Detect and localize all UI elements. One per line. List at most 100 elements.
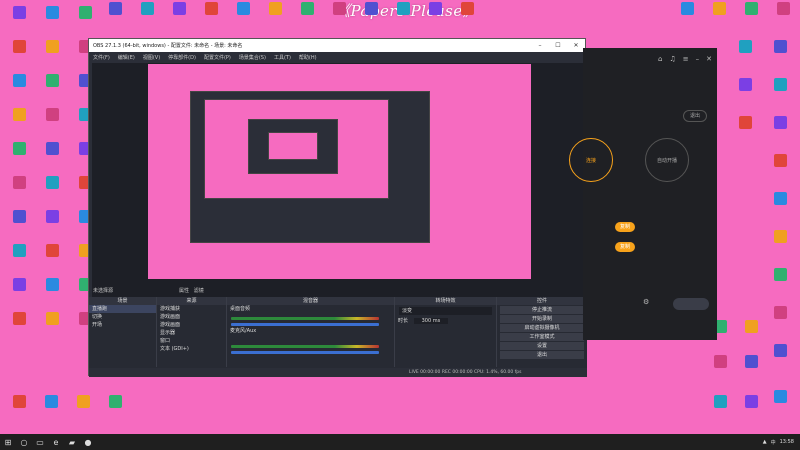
filters-button[interactable]: 滤镜 bbox=[194, 288, 204, 294]
desktop-icon[interactable] bbox=[765, 116, 795, 140]
edge-icon[interactable]: e bbox=[48, 434, 64, 450]
desktop-icon[interactable] bbox=[4, 108, 34, 132]
obs-preview[interactable] bbox=[92, 63, 584, 321]
close-icon[interactable]: ✕ bbox=[706, 55, 712, 63]
virtual-camera-button[interactable]: 启动虚拟摄像机 bbox=[500, 324, 584, 332]
desktop-icon[interactable] bbox=[672, 2, 702, 26]
task-view-icon[interactable]: ▭ bbox=[32, 434, 48, 450]
desktop-icon[interactable] bbox=[68, 395, 98, 419]
menu-item[interactable]: 文件(F) bbox=[93, 54, 110, 61]
copy-button[interactable]: 复制 bbox=[615, 242, 635, 252]
scene-item[interactable]: 开场 bbox=[89, 321, 156, 329]
start-icon[interactable]: ⊞ bbox=[0, 434, 16, 450]
desktop-icon[interactable] bbox=[765, 306, 795, 330]
auto-live-circle-button[interactable]: 自动开播 bbox=[645, 138, 689, 182]
source-item[interactable]: 窗口 bbox=[157, 337, 226, 345]
desktop-icon[interactable] bbox=[765, 230, 795, 254]
folder-icon[interactable]: ▰ bbox=[64, 434, 80, 450]
desktop-icon[interactable] bbox=[705, 355, 735, 379]
desktop-icon[interactable] bbox=[4, 40, 34, 64]
input-language[interactable]: 中 bbox=[771, 439, 776, 446]
network-icon[interactable]: ▲ bbox=[763, 439, 767, 445]
desktop-icon[interactable] bbox=[37, 278, 67, 302]
streaming-assistant-window[interactable]: ⌂ ♫ ≡ – ✕ 退出 连接 自动开播 复制 复制 ⚙ bbox=[569, 48, 717, 340]
desktop-icon[interactable] bbox=[452, 2, 482, 26]
desktop-icon[interactable] bbox=[37, 74, 67, 98]
desktop-icon[interactable] bbox=[4, 74, 34, 98]
desktop-icon[interactable] bbox=[4, 6, 34, 30]
properties-button[interactable]: 属性 bbox=[179, 288, 189, 294]
desktop-icon[interactable] bbox=[765, 390, 795, 414]
menu-icon[interactable]: ≡ bbox=[683, 55, 689, 63]
source-item[interactable]: 显示器 bbox=[157, 329, 226, 337]
search-icon[interactable]: ○ bbox=[16, 434, 32, 450]
desktop-icon[interactable] bbox=[4, 312, 34, 336]
menu-item[interactable]: 配置文件(P) bbox=[204, 54, 231, 61]
clock[interactable]: 13:58 bbox=[780, 439, 794, 445]
desktop-icon[interactable] bbox=[730, 116, 760, 140]
menu-item[interactable]: 视图(V) bbox=[143, 54, 160, 61]
menu-item[interactable]: 编辑(E) bbox=[118, 54, 135, 61]
obs-taskbar-icon[interactable]: ● bbox=[80, 434, 96, 450]
minimize-icon[interactable]: – bbox=[531, 42, 549, 49]
volume-slider[interactable] bbox=[231, 351, 379, 354]
desktop-icon[interactable] bbox=[4, 176, 34, 200]
desktop-icon[interactable] bbox=[37, 176, 67, 200]
start-recording-button[interactable]: 开始录制 bbox=[500, 315, 584, 323]
stop-streaming-button[interactable]: 停止推流 bbox=[500, 306, 584, 314]
desktop-icon[interactable] bbox=[37, 312, 67, 336]
desktop-icon[interactable] bbox=[37, 40, 67, 64]
connect-circle-button[interactable]: 连接 bbox=[569, 138, 613, 182]
settings-button[interactable]: 设置 bbox=[500, 342, 584, 350]
desktop-icon[interactable] bbox=[37, 244, 67, 268]
desktop-icon[interactable] bbox=[196, 2, 226, 26]
desktop-icon[interactable] bbox=[324, 2, 354, 26]
desktop-icon[interactable] bbox=[4, 278, 34, 302]
desktop-icon[interactable] bbox=[765, 40, 795, 64]
source-item[interactable]: 文本 (GDI+) bbox=[157, 345, 226, 353]
desktop-icon[interactable] bbox=[356, 2, 386, 26]
desktop-icon[interactable] bbox=[768, 2, 798, 26]
desktop-icon[interactable] bbox=[388, 2, 418, 26]
desktop-icon[interactable] bbox=[736, 355, 766, 379]
minimize-icon[interactable]: – bbox=[696, 55, 700, 63]
desktop-icon[interactable] bbox=[100, 395, 130, 419]
obs-window[interactable]: OBS 27.1.3 (64-bit, windows) - 配置文件: 未命名… bbox=[88, 38, 587, 377]
desktop-icon[interactable] bbox=[736, 320, 766, 344]
desktop-icon[interactable] bbox=[37, 210, 67, 234]
volume-slider[interactable] bbox=[231, 323, 379, 326]
source-item[interactable]: 游戏画面 bbox=[157, 313, 226, 321]
desktop-icon[interactable] bbox=[132, 2, 162, 26]
source-item[interactable]: 游戏捕获 bbox=[157, 305, 226, 313]
desktop-icon[interactable] bbox=[704, 2, 734, 26]
menu-item[interactable]: 帮助(H) bbox=[299, 54, 317, 61]
desktop-icon[interactable] bbox=[736, 2, 766, 26]
desktop-icon[interactable] bbox=[228, 2, 258, 26]
source-item[interactable]: 游戏画面 bbox=[157, 321, 226, 329]
shirt-icon[interactable]: ⌂ bbox=[658, 55, 662, 63]
desktop-icon[interactable] bbox=[4, 210, 34, 234]
desktop-icon[interactable] bbox=[765, 192, 795, 216]
desktop-icon[interactable] bbox=[70, 6, 100, 30]
menu-item[interactable]: 场景集合(S) bbox=[239, 54, 266, 61]
desktop-icon[interactable] bbox=[37, 142, 67, 166]
desktop-icon[interactable] bbox=[260, 2, 290, 26]
desktop-icon[interactable] bbox=[705, 395, 735, 419]
settings-gear-icon[interactable]: ⚙ bbox=[643, 298, 649, 306]
desktop-icon[interactable] bbox=[37, 6, 67, 30]
desktop-icon[interactable] bbox=[4, 395, 34, 419]
menu-item[interactable]: 工具(T) bbox=[274, 54, 291, 61]
scene-item[interactable]: 直播跑 bbox=[89, 305, 156, 313]
desktop-icon[interactable] bbox=[730, 78, 760, 102]
exit-button[interactable]: 退出 bbox=[500, 351, 584, 359]
transition-select[interactable]: 淡变 bbox=[399, 307, 492, 315]
desktop-icon[interactable] bbox=[420, 2, 450, 26]
desktop-icon[interactable] bbox=[37, 108, 67, 132]
duration-input[interactable]: 300 ms bbox=[413, 318, 449, 324]
desktop-icon[interactable] bbox=[100, 2, 130, 26]
desktop-icon[interactable] bbox=[765, 268, 795, 292]
desktop-icon[interactable] bbox=[4, 142, 34, 166]
exit-room-button[interactable]: 退出 bbox=[683, 110, 707, 122]
desktop-icon[interactable] bbox=[164, 2, 194, 26]
desktop-icon[interactable] bbox=[292, 2, 322, 26]
